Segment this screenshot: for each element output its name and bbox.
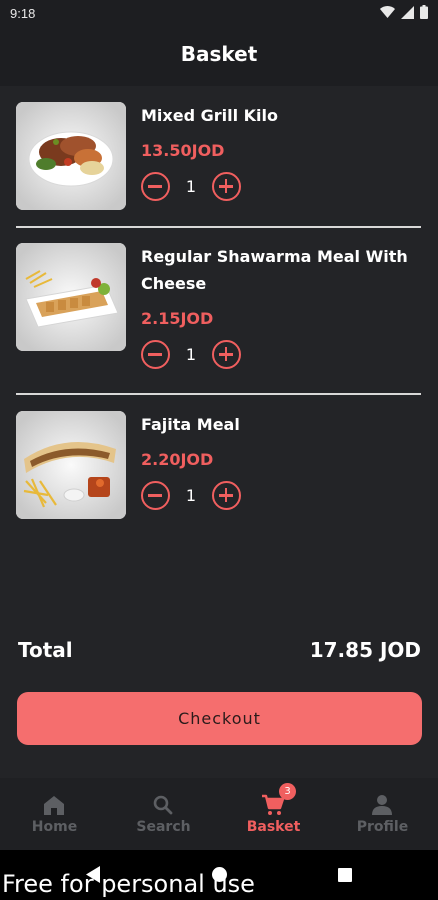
increase-quantity-button[interactable]	[212, 172, 241, 201]
item-name: Fajita Meal	[141, 415, 240, 434]
tab-home[interactable]: Home	[0, 778, 109, 850]
item-name: Mixed Grill Kilo	[141, 106, 279, 125]
person-icon	[372, 795, 392, 815]
checkout-button[interactable]: Checkout	[17, 692, 422, 745]
quantity-value: 1	[185, 486, 197, 505]
total-label: Total	[18, 638, 73, 662]
basket-count-badge: 3	[279, 783, 296, 800]
item-price: 2.15JOD	[141, 309, 214, 328]
item-price: 2.20JOD	[141, 450, 214, 469]
tab-label: Profile	[356, 819, 409, 835]
quantity-stepper: 1	[141, 172, 251, 202]
wifi-icon	[380, 5, 395, 18]
item-price: 13.50JOD	[141, 141, 225, 160]
tab-label: Search	[136, 819, 191, 835]
tab-profile[interactable]: Profile	[328, 778, 437, 850]
recents-icon[interactable]	[338, 868, 352, 882]
item-divider	[16, 393, 421, 395]
fajita-meal-photo[interactable]	[16, 411, 126, 519]
home-icon	[44, 796, 64, 815]
decrease-quantity-button[interactable]	[141, 340, 170, 369]
page-title: Basket	[180, 42, 258, 66]
tab-label: Home	[31, 819, 78, 835]
increase-quantity-button[interactable]	[212, 340, 241, 369]
status-bar: 9:18	[0, 0, 438, 28]
tab-basket[interactable]: 3 Basket	[219, 778, 328, 850]
quantity-stepper: 1	[141, 481, 251, 511]
quantity-value: 1	[185, 345, 197, 364]
quantity-value: 1	[185, 177, 197, 196]
app-header: Basket	[0, 28, 438, 86]
increase-quantity-button[interactable]	[212, 481, 241, 510]
quantity-stepper: 1	[141, 340, 251, 370]
search-icon	[153, 795, 173, 815]
watermark-text: Free for personal use	[2, 870, 255, 898]
decrease-quantity-button[interactable]	[141, 172, 170, 201]
bottom-tab-bar: Home Search 3 Basket Profile	[0, 778, 438, 850]
signal-icon	[401, 5, 414, 19]
shawarma-meal-photo[interactable]	[16, 243, 126, 351]
tab-search[interactable]: Search	[109, 778, 218, 850]
mixed-grill-photo[interactable]	[16, 102, 126, 210]
decrease-quantity-button[interactable]	[141, 481, 170, 510]
item-divider	[16, 226, 421, 228]
basket-list: Mixed Grill Kilo 13.50JOD 1 Regular Shaw…	[0, 86, 438, 778]
tab-label: Basket	[246, 819, 301, 835]
total-value: 17.85 JOD	[309, 638, 421, 662]
item-name: Regular Shawarma Meal With Cheese	[141, 247, 408, 293]
status-icons	[380, 5, 428, 19]
battery-icon	[420, 5, 428, 19]
status-time: 9:18	[10, 6, 36, 21]
